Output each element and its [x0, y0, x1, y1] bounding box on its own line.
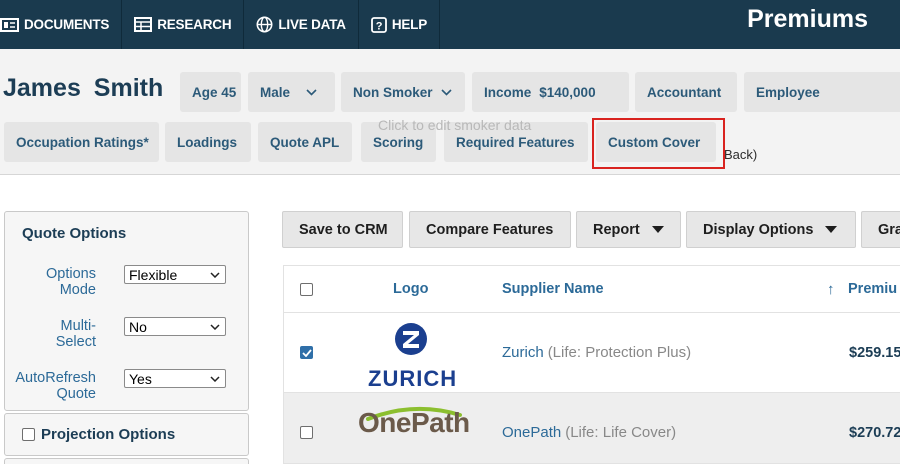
tab-custom-cover-label: Custom Cover	[608, 134, 701, 150]
projection-options-label: Projection Options	[41, 426, 176, 443]
supplier-name-text: Zurich	[502, 344, 544, 361]
report-label: Report	[593, 221, 640, 238]
onepath-logo: OnePath	[358, 403, 473, 455]
display-options-button[interactable]: Display Options	[686, 211, 856, 248]
premium-value: $270.72	[849, 425, 900, 441]
graph-label: Gra	[878, 221, 900, 238]
display-options-label: Display Options	[703, 221, 814, 238]
table-row[interactable]: OnePath OnePath (Life: Life Cover) $270.7…	[283, 393, 900, 464]
back-text: Back)	[724, 147, 758, 162]
multi-select-value: No	[129, 318, 147, 335]
save-to-crm-button[interactable]: Save to CRM	[282, 211, 403, 248]
supplier-name[interactable]: Zurich (Life: Protection Plus)	[502, 344, 691, 361]
autorefresh-select[interactable]: Yes	[124, 369, 226, 388]
tab-loadings-label: Loadings	[177, 134, 237, 150]
checkmark-icon	[301, 348, 312, 357]
quote-options-title: Quote Options	[22, 225, 127, 242]
caret-down-icon	[825, 226, 838, 233]
graph-button[interactable]: Gra	[861, 211, 900, 248]
tab-required-features-label: Required Features	[456, 134, 575, 150]
sort-arrow-icon[interactable]: ↑	[827, 281, 835, 298]
top-nav: DOCUMENTS RESEARCH LIVE DATA ? HELP Prem…	[0, 0, 900, 49]
chevron-down-icon	[306, 88, 317, 96]
age-label: Age 45	[192, 84, 237, 100]
research-icon	[134, 17, 153, 32]
row-checkbox[interactable]	[300, 426, 313, 439]
tab-quote-apl-label: Quote APL	[270, 134, 340, 150]
app-brand: Premiums	[747, 5, 868, 33]
projection-options-panel[interactable]: Projection Options	[4, 413, 249, 456]
options-mode-value: Flexible	[129, 266, 178, 283]
report-button[interactable]: Report	[576, 211, 681, 248]
occupation-value: Accountant	[647, 84, 722, 100]
premiums-page: DOCUMENTS RESEARCH LIVE DATA ? HELP Prem…	[0, 0, 900, 464]
nav-live-data[interactable]: LIVE DATA	[244, 0, 359, 49]
client-band: James Smith Age 45 Male Non Smoker Incom…	[0, 49, 900, 175]
supplier-name[interactable]: OnePath (Life: Life Cover)	[502, 424, 676, 441]
select-all-checkbox[interactable]	[300, 283, 313, 296]
onepath-logo-text: OnePath	[358, 407, 470, 438]
help-icon: ?	[370, 16, 387, 33]
options-mode-label: Options Mode	[46, 266, 96, 298]
autorefresh-value: Yes	[129, 370, 152, 387]
gender-value: Male	[260, 84, 291, 100]
tab-occupation-ratings[interactable]: Occupation Ratings*	[4, 122, 159, 162]
occupation-chip[interactable]: Accountant	[635, 72, 737, 112]
premium-column-header[interactable]: Premiu	[848, 281, 897, 297]
multi-select-select[interactable]: No	[124, 317, 226, 336]
employment-value: Employee	[756, 84, 820, 100]
nav-research-label: RESEARCH	[157, 17, 232, 32]
income-chip[interactable]: Income $140,000	[472, 72, 629, 112]
gender-select[interactable]: Male	[248, 72, 335, 112]
chevron-down-icon	[440, 88, 452, 96]
tab-custom-cover[interactable]: Custom Cover	[596, 122, 716, 162]
product-name: (Life: Life Cover)	[565, 424, 677, 441]
caret-down-icon	[651, 226, 664, 233]
client-name[interactable]: James Smith	[3, 74, 163, 103]
next-panel	[4, 458, 249, 464]
compare-features-button[interactable]: Compare Features	[409, 211, 571, 248]
quote-options-panel: Quote Options Options Mode Flexible Mult…	[4, 211, 249, 411]
product-name: (Life: Protection Plus)	[547, 344, 692, 361]
save-to-crm-label: Save to CRM	[299, 221, 388, 238]
nav-documents-label: DOCUMENTS	[24, 17, 110, 32]
multi-select-label: Multi-Select	[55, 318, 96, 350]
income-label: Income	[484, 84, 532, 100]
income-value: $140,000	[539, 84, 596, 100]
tab-scoring-label: Scoring	[373, 134, 424, 150]
supplier-column-header[interactable]: Supplier Name	[502, 281, 604, 297]
premium-value: $259.15	[849, 345, 900, 361]
autorefresh-label: AutoRefresh Quote	[15, 370, 96, 402]
smoker-select[interactable]: Non Smoker	[341, 72, 465, 112]
nav-live-data-label: LIVE DATA	[278, 17, 346, 32]
row-checkbox[interactable]	[300, 346, 313, 359]
age-chip[interactable]: Age 45	[180, 72, 241, 112]
zurich-emblem-icon	[395, 323, 427, 355]
projection-options-checkbox[interactable]	[22, 428, 35, 441]
svg-text:?: ?	[376, 20, 383, 32]
chevron-down-icon	[210, 271, 220, 278]
nav-help-label: HELP	[391, 17, 428, 32]
table-row[interactable]: ZURICH Zurich (Life: Protection Plus) $25…	[283, 313, 900, 393]
tab-loadings[interactable]: Loadings	[165, 122, 251, 162]
smoker-value: Non Smoker	[353, 84, 433, 100]
supplier-name-text: OnePath	[502, 424, 562, 441]
employment-chip[interactable]: Employee	[744, 72, 900, 112]
nav-help[interactable]: ? HELP	[359, 0, 441, 49]
zurich-logo: ZURICH	[362, 318, 462, 391]
logo-column-header[interactable]: Logo	[393, 281, 428, 297]
chevron-down-icon	[210, 375, 220, 382]
tab-quote-apl[interactable]: Quote APL	[258, 122, 352, 162]
tab-occupation-ratings-label: Occupation Ratings*	[16, 134, 149, 150]
documents-icon	[0, 17, 19, 32]
globe-icon	[256, 16, 273, 33]
compare-features-label: Compare Features	[426, 221, 554, 238]
options-mode-select[interactable]: Flexible	[124, 265, 226, 284]
smoker-tooltip: Click to edit smoker data	[378, 117, 532, 133]
nav-research[interactable]: RESEARCH	[122, 0, 245, 49]
chevron-down-icon	[210, 323, 220, 330]
zurich-logo-text: ZURICH	[368, 366, 458, 391]
nav-documents[interactable]: DOCUMENTS	[0, 0, 123, 49]
results-table-header: Logo Supplier Name ↑ Premiu	[283, 265, 900, 313]
